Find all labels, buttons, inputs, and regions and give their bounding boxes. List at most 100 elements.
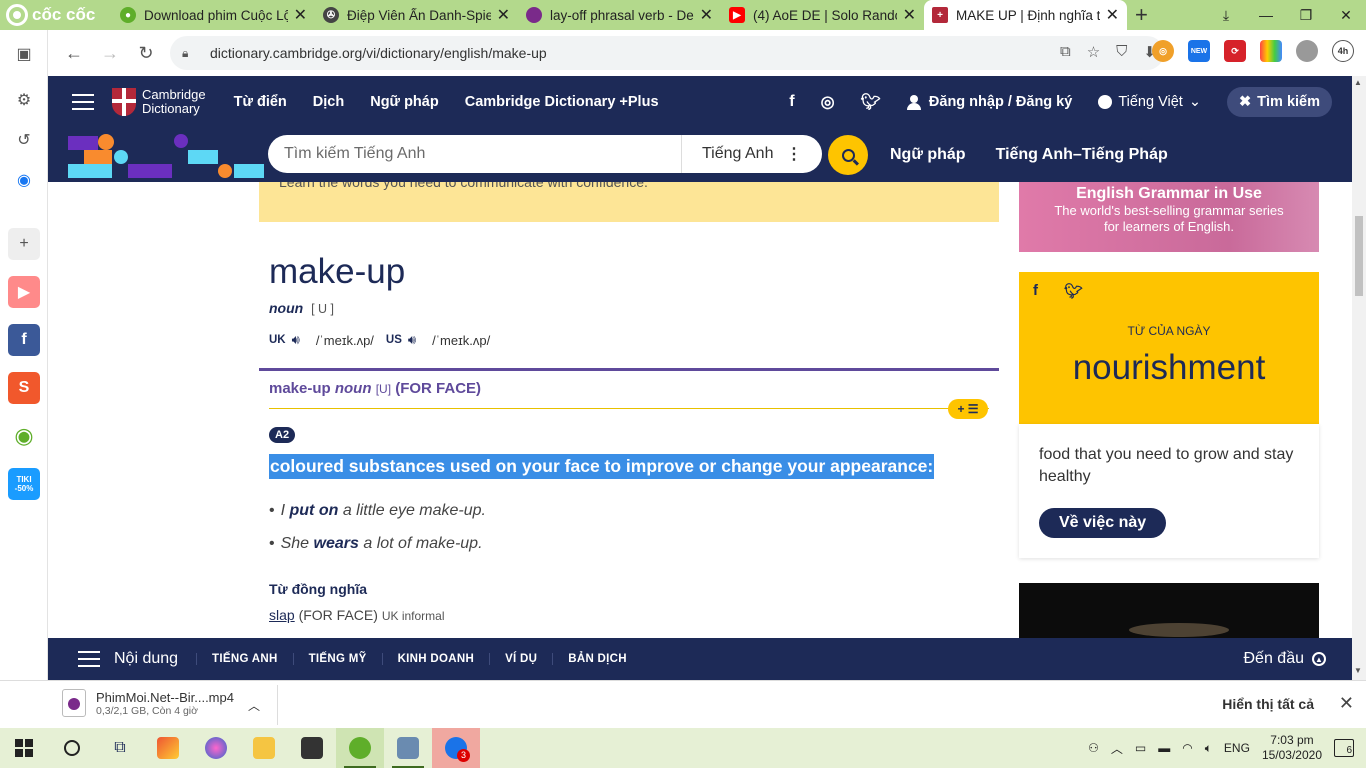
scroll-up-icon[interactable]: ▲: [1354, 78, 1362, 87]
forward-icon[interactable]: →: [92, 43, 128, 64]
menu-grammar[interactable]: Ngữ pháp: [370, 94, 439, 110]
network-adapter-icon[interactable]: ▭: [1135, 741, 1146, 755]
cambridge-logo[interactable]: Cambridge Dictionary: [112, 88, 206, 116]
search-button[interactable]: [828, 135, 868, 175]
file-explorer-icon[interactable]: [240, 728, 288, 768]
close-tab-icon[interactable]: ✕: [700, 5, 713, 25]
tab-download-phim[interactable]: ● Download phim Cuộc Lộ ✕: [112, 0, 315, 30]
facebook-share-icon[interactable]: f: [1033, 282, 1038, 300]
chevron-up-icon[interactable]: ︿: [248, 697, 260, 714]
sidebar-toggle-icon[interactable]: ▣: [8, 38, 40, 70]
grammar-link[interactable]: Ngữ pháp: [890, 146, 966, 164]
contents-menu-icon[interactable]: [78, 651, 100, 667]
tab-english[interactable]: TIẾNG ANH: [196, 653, 293, 665]
start-button[interactable]: [0, 728, 48, 768]
add-app-icon[interactable]: +: [8, 228, 40, 260]
add-to-list-button[interactable]: + ☰: [948, 399, 988, 419]
volume-icon[interactable]: 🔈︎: [1205, 741, 1212, 756]
app-blocks-icon[interactable]: [144, 728, 192, 768]
show-all-button[interactable]: Hiển thị tất cả: [1222, 696, 1314, 712]
battery-icon[interactable]: ▬: [1158, 741, 1170, 755]
speaker-uk-icon[interactable]: 🔊︎: [292, 332, 300, 348]
bookmark-star-icon[interactable]: ☆: [1087, 43, 1100, 61]
contents-title[interactable]: Nội dung: [114, 650, 178, 668]
tab-translations[interactable]: BẢN DỊCH: [552, 653, 642, 665]
chevron-up-icon[interactable]: ︿: [1111, 740, 1123, 757]
app-window-icon[interactable]: [384, 728, 432, 768]
wotd-word[interactable]: nourishment: [1019, 348, 1319, 388]
speaker-us-icon[interactable]: 🔊︎: [408, 332, 416, 348]
close-tab-icon[interactable]: ✕: [1106, 5, 1119, 25]
close-tab-icon[interactable]: ✕: [294, 5, 307, 25]
new-badge-icon[interactable]: NEW: [1188, 40, 1210, 62]
menu-icon[interactable]: [72, 94, 94, 110]
minimize-icon[interactable]: —: [1246, 7, 1286, 23]
people-icon[interactable]: ⚇: [1088, 741, 1099, 755]
app-dark-icon[interactable]: [288, 728, 336, 768]
menu-dictionary[interactable]: Từ điển: [234, 94, 287, 110]
color-ext-icon[interactable]: [1260, 40, 1282, 62]
grammar-in-use-ad[interactable]: English Grammar in Use The world's best-…: [1019, 182, 1319, 252]
new-tab-icon[interactable]: +: [1135, 2, 1148, 28]
action-center-icon[interactable]: 6: [1334, 739, 1354, 757]
messenger-icon[interactable]: ◉: [8, 164, 40, 196]
tab-business[interactable]: KINH DOANH: [381, 653, 489, 665]
download-item[interactable]: PhimMoi.Net--Bir....mp4 0,3/2,1 GB, Còn …: [62, 689, 234, 717]
scroll-down-icon[interactable]: ▼: [1354, 666, 1362, 675]
task-view-icon[interactable]: ⧉: [96, 728, 144, 768]
facebook-icon[interactable]: f: [789, 93, 794, 111]
history-icon[interactable]: ↺: [8, 124, 40, 156]
tab-diep-vien[interactable]: ✇ Điệp Viên Ẩn Danh-Spie ✕: [315, 0, 518, 30]
youtube-app-icon[interactable]: ▶: [8, 276, 40, 308]
english-french-link[interactable]: Tiếng Anh–Tiếng Pháp: [996, 146, 1168, 164]
close-download-bar-icon[interactable]: ✕: [1339, 693, 1354, 714]
timer-ext-icon[interactable]: 4h: [1332, 40, 1354, 62]
app-swirl-icon[interactable]: [192, 728, 240, 768]
twitter-share-icon[interactable]: 🐦︎: [1064, 282, 1083, 300]
promo-banner[interactable]: Learn the words you need to communicate …: [259, 182, 999, 222]
coccoc-taskbar-icon[interactable]: [336, 728, 384, 768]
coccoc-app-icon[interactable]: ◉: [8, 420, 40, 452]
reload-icon[interactable]: ↻: [128, 43, 164, 64]
close-tab-icon[interactable]: ✕: [497, 5, 510, 25]
coccoc-ext-icon[interactable]: ◎: [1152, 40, 1174, 62]
back-icon[interactable]: ←: [56, 43, 92, 64]
scroll-thumb[interactable]: [1355, 216, 1363, 296]
input-language[interactable]: ENG: [1224, 741, 1250, 755]
synonym-link[interactable]: slap: [269, 607, 295, 623]
shield-icon[interactable]: ⛉: [1116, 43, 1127, 61]
back-to-top-link[interactable]: Đến đầu ▲: [1244, 650, 1326, 668]
search-icon[interactable]: [48, 728, 96, 768]
settings-icon[interactable]: ⚙: [8, 84, 40, 116]
tab-search-icon[interactable]: ⤓: [1206, 7, 1246, 24]
shopee-app-icon[interactable]: S: [8, 372, 40, 404]
login-link[interactable]: Đăng nhập / Đăng ký: [906, 94, 1072, 110]
facebook-app-icon[interactable]: f: [8, 324, 40, 356]
tiki-app-icon[interactable]: TIKI -50%: [8, 468, 40, 500]
menu-plus[interactable]: Cambridge Dictionary +Plus: [465, 94, 659, 110]
tab-aoe[interactable]: ▶ (4) AoE DE | Solo Rando ✕: [721, 0, 924, 30]
video-thumbnail[interactable]: [1019, 583, 1319, 638]
profile-avatar-icon[interactable]: [1296, 40, 1318, 62]
page-scrollbar[interactable]: ▲ ▼: [1352, 76, 1366, 680]
about-button[interactable]: Về việc này: [1039, 508, 1167, 538]
tab-american[interactable]: TIẾNG MỸ: [292, 653, 382, 665]
menu-translate[interactable]: Dịch: [313, 94, 344, 110]
instagram-icon[interactable]: ◎: [821, 92, 835, 112]
restore-icon[interactable]: ❐: [1286, 7, 1326, 24]
translate-icon[interactable]: ⧉: [1060, 43, 1071, 61]
tab-make-up[interactable]: + MAKE UP | Định nghĩa tr ✕: [924, 0, 1127, 30]
twitter-icon[interactable]: 🐦︎: [861, 92, 881, 112]
coccoc-logo[interactable]: cốc cốc: [0, 0, 112, 30]
tab-examples[interactable]: VÍ DỤ: [489, 653, 552, 665]
red-ext-icon[interactable]: ⟳: [1224, 40, 1246, 62]
url-bar[interactable]: 🔒︎ dictionary.cambridge.org/vi/dictionar…: [170, 36, 1164, 70]
close-window-icon[interactable]: ✕: [1326, 7, 1366, 24]
language-select[interactable]: Tiếng Việt ⌄: [1098, 94, 1201, 110]
zalo-icon[interactable]: 3: [432, 728, 480, 768]
search-input[interactable]: Tìm kiếm Tiếng Anh: [268, 145, 681, 163]
search-toggle-button[interactable]: ✖ Tìm kiếm: [1226, 87, 1332, 117]
clock[interactable]: 7:03 pm 15/03/2020: [1262, 733, 1322, 763]
tab-lay-off[interactable]: lay-off phrasal verb - De ✕: [518, 0, 721, 30]
wifi-icon[interactable]: ◠: [1182, 741, 1192, 755]
